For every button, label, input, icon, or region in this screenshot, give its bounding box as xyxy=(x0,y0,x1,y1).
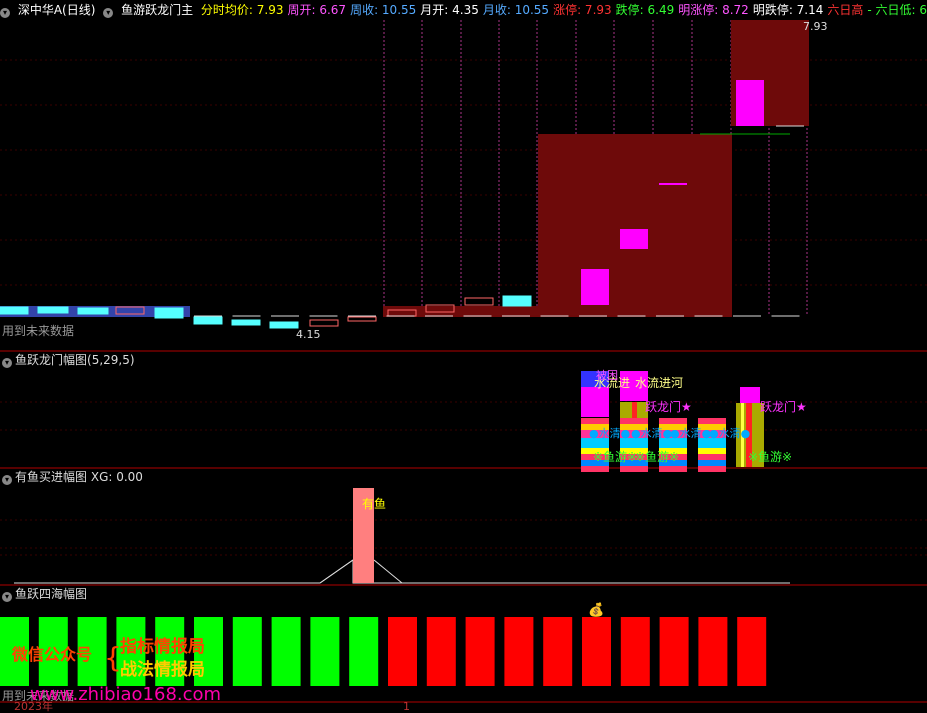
panel3-xg: XG: 0.00 xyxy=(90,470,143,484)
candle-magenta-1 xyxy=(581,269,609,305)
panel2-toggle-icon[interactable]: ▾ xyxy=(2,358,12,368)
price-low-label: 4.15 xyxy=(296,328,321,341)
four-seas-bar xyxy=(543,617,573,686)
fish-swim-label-2: ※鱼游※ xyxy=(635,450,680,464)
dragon-bar-segment xyxy=(581,418,609,424)
four-seas-bar xyxy=(232,617,262,686)
candle-body xyxy=(309,319,339,327)
panel2-params: (5,29,5) xyxy=(87,353,135,367)
jump-dragon-label-1: 跃龙门★ xyxy=(645,400,692,414)
price-high-label: 7.93 xyxy=(803,20,828,33)
panel4-toggle-icon[interactable]: ▾ xyxy=(2,592,12,602)
dragon-bar-top-magenta xyxy=(740,387,760,403)
chart-canvas[interactable] xyxy=(0,0,927,712)
candle-body xyxy=(193,316,223,325)
water-pattern-3: ●水清● xyxy=(670,427,712,440)
candle-body xyxy=(0,306,29,315)
panel3-title-text: 有鱼买进幅图 xyxy=(15,470,88,484)
panel4-title-text: 鱼跃四海幅图 xyxy=(15,587,88,601)
water-pattern-1: ●水清● xyxy=(589,427,631,440)
dragon-bar-segment xyxy=(581,387,609,417)
dragon-bar-segment xyxy=(620,466,648,472)
dragon-bar-segment xyxy=(659,466,687,472)
watermark-brand-1: 指标情报局 xyxy=(120,637,205,657)
fish-baseline xyxy=(14,559,790,584)
panel2-title[interactable]: ▾ 鱼跃龙门幅图(5,29,5) xyxy=(2,353,135,368)
four-seas-bar xyxy=(737,617,767,686)
four-seas-bar xyxy=(620,617,650,686)
fish-fall-line xyxy=(373,559,403,584)
candle-body xyxy=(464,297,494,306)
jump-dragon-label-2: 跃龙门★ xyxy=(760,400,807,414)
fish-swim-label-1: ※鱼游※ xyxy=(593,450,638,464)
dragon-bar-segment xyxy=(698,448,726,454)
candle-body xyxy=(37,306,69,314)
panel2-title-text: 鱼跃龙门幅图 xyxy=(15,353,88,367)
four-seas-bar xyxy=(426,617,456,686)
water-flow-label-2: 水流进河 xyxy=(635,376,684,390)
four-seas-bar xyxy=(582,617,611,686)
four-seas-bar xyxy=(698,617,728,686)
dragon-bar-segment xyxy=(659,418,687,424)
four-seas-bar xyxy=(465,617,495,686)
candle-body xyxy=(502,295,532,307)
dark-red-band xyxy=(383,306,539,317)
candle-body xyxy=(347,316,377,322)
panel3-title[interactable]: ▾ 有鱼买进幅图 XG: 0.00 xyxy=(2,470,143,485)
watermark-url: www.zhibiao168.com xyxy=(30,684,222,705)
candle-body xyxy=(77,307,109,315)
wechat-watermark: 微信公众号 xyxy=(12,645,93,664)
four-seas-bar xyxy=(310,617,340,686)
money-bag-icon: 💰 xyxy=(588,603,605,618)
dragon-bar-red-stripe xyxy=(632,402,637,418)
water-pattern-2: ●水清● xyxy=(631,427,673,440)
date-axis-marker: 1 xyxy=(403,700,410,713)
four-seas-bar xyxy=(271,617,301,686)
four-seas-bar xyxy=(388,617,417,686)
candle-body xyxy=(269,321,299,329)
dragon-bar-segment xyxy=(698,418,726,424)
date-axis-year: 2023年 xyxy=(14,700,53,713)
has-fish-label: 有鱼 xyxy=(362,497,387,511)
candle-magenta-4 xyxy=(736,80,764,126)
dragon-bar-segment xyxy=(581,466,609,472)
candle-body xyxy=(231,319,261,326)
candle-body xyxy=(154,307,184,319)
main-footer-note: 用到未来数据 xyxy=(2,324,75,338)
trapped-label: 被困 xyxy=(596,369,618,382)
four-seas-bar xyxy=(659,617,689,686)
dragon-bar-segment xyxy=(698,460,726,466)
candle-magenta-2 xyxy=(620,229,648,249)
panel3-toggle-icon[interactable]: ▾ xyxy=(2,475,12,485)
watermark-brand-2: 战法情报局 xyxy=(120,660,205,680)
four-seas-bar xyxy=(349,617,379,686)
dragon-bar-segment xyxy=(620,418,648,424)
dragon-bar-segment xyxy=(698,466,726,472)
dark-red-block-main xyxy=(538,134,732,317)
fish-swim-label-3: ※鱼游※ xyxy=(748,450,793,464)
four-seas-bar xyxy=(504,617,534,686)
water-pattern-4: ●水清● xyxy=(709,427,751,440)
panel4-title[interactable]: ▾ 鱼跃四海幅图 xyxy=(2,587,87,602)
dragon-bar-segment xyxy=(698,454,726,460)
fish-rise-line xyxy=(319,559,354,584)
